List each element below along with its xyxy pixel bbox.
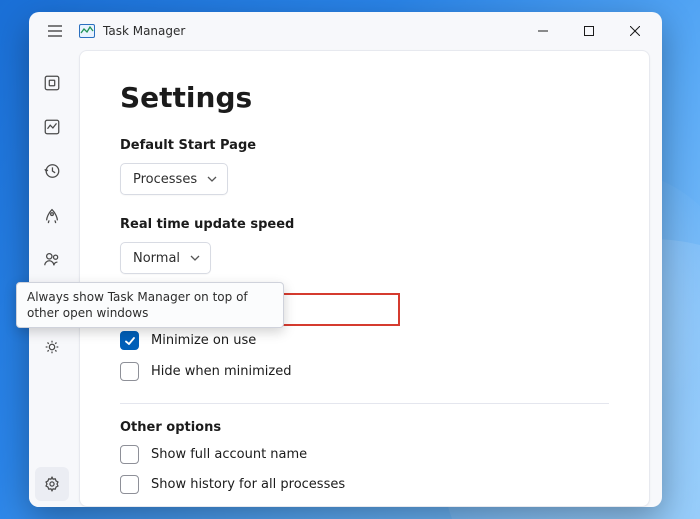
default-start-page-label: Default Start Page — [120, 138, 609, 153]
history-all-processes-option[interactable]: Show history for all processes — [120, 475, 609, 494]
chevron-down-icon — [207, 174, 217, 184]
default-start-page-dropdown[interactable]: Processes — [120, 163, 228, 195]
nav-processes[interactable] — [35, 66, 69, 100]
task-manager-window: Task Manager — [29, 12, 662, 507]
page-title: Settings — [120, 81, 609, 114]
titlebar: Task Manager — [29, 12, 662, 50]
history-all-processes-checkbox[interactable] — [120, 475, 139, 494]
full-account-name-option[interactable]: Show full account name — [120, 445, 609, 464]
close-button[interactable] — [612, 12, 658, 50]
settings-content: Settings Default Start Page Processes Re… — [79, 50, 650, 507]
hide-when-minimized-option[interactable]: Hide when minimized — [120, 362, 609, 381]
hide-when-minimized-label: Hide when minimized — [151, 364, 292, 379]
update-speed-label: Real time update speed — [120, 217, 609, 232]
full-account-name-checkbox[interactable] — [120, 445, 139, 464]
nav-settings[interactable] — [35, 467, 69, 501]
nav-startup-apps[interactable] — [35, 198, 69, 232]
update-speed-dropdown[interactable]: Normal — [120, 242, 211, 274]
nav-users[interactable] — [35, 242, 69, 276]
default-start-page-value: Processes — [133, 172, 197, 187]
task-manager-icon — [79, 24, 95, 38]
nav-performance[interactable] — [35, 110, 69, 144]
tooltip: Always show Task Manager on top of other… — [16, 282, 284, 328]
minimize-on-use-label: Minimize on use — [151, 333, 256, 348]
update-speed-value: Normal — [133, 251, 180, 266]
history-all-processes-label: Show history for all processes — [151, 477, 345, 492]
full-account-name-label: Show full account name — [151, 447, 307, 462]
hide-when-minimized-checkbox[interactable] — [120, 362, 139, 381]
other-options-label: Other options — [120, 420, 609, 435]
minimize-on-use-option[interactable]: Minimize on use — [120, 331, 609, 350]
maximize-button[interactable] — [566, 12, 612, 50]
nav-app-history[interactable] — [35, 154, 69, 188]
minimize-on-use-checkbox[interactable] — [120, 331, 139, 350]
app-title: Task Manager — [103, 24, 185, 38]
chevron-down-icon — [190, 253, 200, 263]
nav-services[interactable] — [35, 330, 69, 364]
nav-rail — [29, 50, 75, 507]
hamburger-menu-button[interactable] — [41, 17, 69, 45]
divider — [120, 403, 609, 404]
minimize-button[interactable] — [520, 12, 566, 50]
